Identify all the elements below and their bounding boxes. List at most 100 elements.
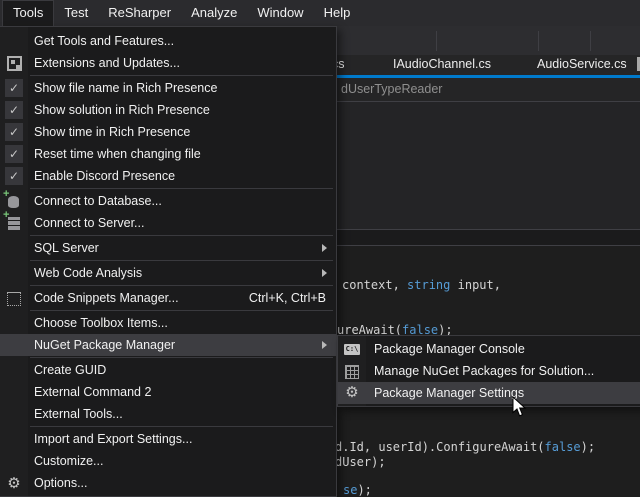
menu-item-label: External Command 2 xyxy=(34,385,151,399)
menu-item-external-tools[interactable]: External Tools... xyxy=(0,403,336,425)
gear-icon: ⚙ xyxy=(343,384,361,400)
menubar-item-resharper[interactable]: ReSharper xyxy=(98,0,181,26)
menubar-item-window[interactable]: Window xyxy=(247,0,313,26)
check-icon: ✓ xyxy=(5,79,23,97)
code-line: context, string input, xyxy=(342,278,501,292)
menu-item-label: Show time in Rich Presence xyxy=(34,125,190,139)
console-icon: C:\ xyxy=(344,344,360,355)
toolbar-separator xyxy=(436,31,437,51)
mouse-cursor-icon xyxy=(512,396,527,423)
menu-item-label: External Tools... xyxy=(34,407,123,421)
menubar-item-help[interactable]: Help xyxy=(314,0,361,26)
menu-item-label: Manage NuGet Packages for Solution... xyxy=(374,364,594,378)
tools-menu: Get Tools and Features... Extensions and… xyxy=(0,26,337,497)
application-window: DNetDebug cs IAudioChannel.cs AudioServi… xyxy=(0,0,640,497)
menu-item-connect-to-database[interactable]: Connect to Database... xyxy=(0,190,336,212)
menu-item-import-export-settings[interactable]: Import and Export Settings... xyxy=(0,428,336,450)
gear-icon: ⚙ xyxy=(5,475,23,491)
menu-separator xyxy=(30,188,333,189)
menu-item-nuget-package-manager[interactable]: NuGet Package Manager xyxy=(0,334,336,356)
menu-item-code-snippets-manager[interactable]: Code Snippets Manager... Ctrl+K, Ctrl+B xyxy=(0,287,336,309)
code-token: input, xyxy=(450,278,501,292)
menu-item-external-command-2[interactable]: External Command 2 xyxy=(0,381,336,403)
code-token: ); xyxy=(357,483,371,497)
server-icon xyxy=(8,217,20,230)
menu-separator xyxy=(30,285,333,286)
menu-item-get-tools-and-features[interactable]: Get Tools and Features... xyxy=(0,30,336,52)
menu-separator xyxy=(30,260,333,261)
menu-item-reset-time[interactable]: ✓ Reset time when changing file xyxy=(0,143,336,165)
menu-item-label: Customize... xyxy=(34,454,103,468)
toolbar-separator xyxy=(590,31,591,51)
menu-item-label: Import and Export Settings... xyxy=(34,432,192,446)
menu-item-label: Extensions and Updates... xyxy=(34,56,180,70)
check-icon: ✓ xyxy=(5,145,23,163)
code-line: dUser); xyxy=(335,455,386,469)
menu-item-sql-server[interactable]: SQL Server xyxy=(0,237,336,259)
menu-item-connect-to-server[interactable]: Connect to Server... xyxy=(0,212,336,234)
snippets-icon xyxy=(7,292,21,306)
menubar-item-test[interactable]: Test xyxy=(54,0,98,26)
code-token-keyword: false xyxy=(545,440,581,454)
menu-item-shortcut: Ctrl+K, Ctrl+B xyxy=(221,291,326,305)
menu-item-label: Reset time when changing file xyxy=(34,147,201,161)
submenu-item-manage-nuget-packages[interactable]: Manage NuGet Packages for Solution... xyxy=(338,360,640,382)
menu-item-show-time[interactable]: ✓ Show time in Rich Presence xyxy=(0,121,336,143)
packages-icon xyxy=(345,365,359,379)
menu-item-label: Code Snippets Manager... xyxy=(34,291,179,305)
menu-item-create-guid[interactable]: Create GUID xyxy=(0,359,336,381)
menubar-item-tools[interactable]: Tools xyxy=(2,0,54,26)
menu-separator xyxy=(30,310,333,311)
menu-item-label: Show file name in Rich Presence xyxy=(34,81,217,95)
tab-iaudiochannel[interactable]: IAudioChannel.cs xyxy=(393,57,491,71)
menu-item-options[interactable]: ⚙ Options... xyxy=(0,472,336,494)
menu-item-customize[interactable]: Customize... xyxy=(0,450,336,472)
menu-item-label: Create GUID xyxy=(34,363,106,377)
menu-item-enable-discord-presence[interactable]: ✓Enable Discord Presence xyxy=(0,165,336,187)
code-token-keyword: se xyxy=(343,483,357,497)
code-token: ); xyxy=(581,440,595,454)
code-token: dUser); xyxy=(335,455,386,469)
menu-item-label: Show solution in Rich Presence xyxy=(34,103,210,117)
code-token: d.Id, userId).ConfigureAwait( xyxy=(335,440,545,454)
menu-bar: Tools Test ReSharper Analyze Window Help xyxy=(0,0,640,26)
submenu-item-package-manager-console[interactable]: C:\ Package Manager Console xyxy=(338,338,640,360)
menu-item-show-file-name[interactable]: ✓ Show file name in Rich Presence xyxy=(0,77,336,99)
menu-item-label: Get Tools and Features... xyxy=(34,34,174,48)
navigation-bar-type[interactable]: dUserTypeReader xyxy=(341,82,442,96)
extensions-icon xyxy=(7,56,22,71)
code-line: d.Id, userId).ConfigureAwait(false); xyxy=(335,440,595,454)
menu-item-label: Web Code Analysis xyxy=(34,266,142,280)
menu-item-label: Connect to Server... xyxy=(34,216,144,230)
toolbar-separator xyxy=(538,31,539,51)
menu-separator xyxy=(30,357,333,358)
menu-item-extensions-and-updates[interactable]: Extensions and Updates... xyxy=(0,52,336,74)
menu-separator xyxy=(30,235,333,236)
menu-item-label: Package Manager Settings xyxy=(374,386,524,400)
database-icon xyxy=(8,196,19,208)
menu-item-choose-toolbox-items[interactable]: Choose Toolbox Items... xyxy=(0,312,336,334)
tab-audioservice[interactable]: AudioService.cs xyxy=(537,57,627,71)
code-token: context, xyxy=(342,278,407,292)
menubar-item-analyze[interactable]: Analyze xyxy=(181,0,247,26)
menu-item-label: Choose Toolbox Items... xyxy=(34,316,168,330)
submenu-arrow-icon xyxy=(322,244,327,252)
menu-item-label: Options... xyxy=(34,476,88,490)
submenu-arrow-icon xyxy=(322,341,327,349)
check-icon: ✓ xyxy=(5,123,23,141)
menu-item-label: Enable Discord Presence xyxy=(34,169,175,183)
code-token-keyword: string xyxy=(407,278,450,292)
code-line: se); xyxy=(343,483,372,497)
menu-item-label: Package Manager Console xyxy=(374,342,525,356)
menu-item-label: Connect to Database... xyxy=(34,194,162,208)
submenu-item-package-manager-settings[interactable]: ⚙ Package Manager Settings xyxy=(338,382,640,404)
menu-item-web-code-analysis[interactable]: Web Code Analysis xyxy=(0,262,336,284)
nuget-submenu: C:\ Package Manager Console Manage NuGet … xyxy=(337,335,640,407)
menu-item-show-solution[interactable]: ✓ Show solution in Rich Presence xyxy=(0,99,336,121)
menu-item-label: NuGet Package Manager xyxy=(34,338,175,352)
menu-separator xyxy=(30,426,333,427)
menu-item-label: SQL Server xyxy=(34,241,99,255)
submenu-arrow-icon xyxy=(322,269,327,277)
check-icon: ✓ xyxy=(5,101,23,119)
menu-separator xyxy=(30,75,333,76)
